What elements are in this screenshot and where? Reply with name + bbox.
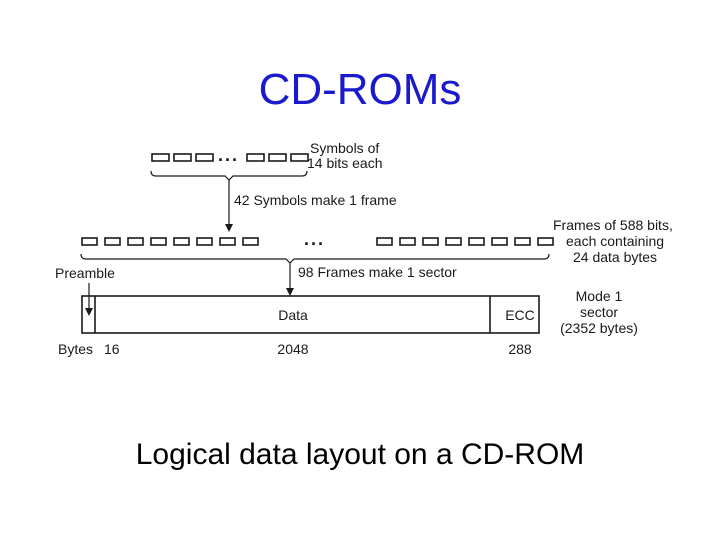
- frame-box: [376, 237, 393, 246]
- arrow-down-icon: [286, 288, 294, 296]
- frames-label-line3: 24 data bytes: [573, 249, 657, 265]
- frame-row-right: [376, 237, 554, 246]
- frame-box: [81, 237, 98, 246]
- mode-label-line1: Mode 1: [576, 288, 623, 304]
- symbols-label-line2: 14 bits each: [307, 155, 383, 171]
- frame-box: [242, 237, 259, 246]
- symbol-brace: [150, 170, 308, 181]
- preamble-bytes: 16: [104, 341, 120, 357]
- frame-box: [422, 237, 439, 246]
- frame-box: [514, 237, 531, 246]
- frame-box: [537, 237, 554, 246]
- symbol-box: [246, 153, 265, 162]
- frame-brace: [80, 253, 550, 264]
- frame-box: [219, 237, 236, 246]
- frame-box: [104, 237, 121, 246]
- frame-box: [196, 237, 213, 246]
- preamble-label: Preamble: [55, 265, 115, 281]
- symbols-group-label: 42 Symbols make 1 frame: [234, 192, 397, 208]
- frames-label-line1: Frames of 588 bits,: [553, 217, 673, 233]
- frame-box: [127, 237, 144, 246]
- symbol-box: [290, 153, 309, 162]
- frame-row-left: [81, 237, 259, 246]
- symbol-box: [268, 153, 287, 162]
- data-bytes: 2048: [277, 341, 308, 357]
- frame-box: [445, 237, 462, 246]
- mode-label-line3: (2352 bytes): [560, 320, 638, 336]
- frames-group-label: 98 Frames make 1 sector: [298, 264, 457, 280]
- frame-box: [468, 237, 485, 246]
- arrow-down-icon: [225, 224, 233, 232]
- symbol-box: [173, 153, 192, 162]
- slide-caption: Logical data layout on a CD-ROM: [135, 438, 585, 471]
- frame-box: [399, 237, 416, 246]
- frames-label-line2: each containing: [566, 233, 664, 249]
- symbol-box: [195, 153, 214, 162]
- symbols-label-line1: Symbols of: [310, 140, 379, 156]
- arrow-down-icon: [85, 308, 93, 316]
- bytes-prefix: Bytes: [58, 341, 93, 357]
- frame-box: [173, 237, 190, 246]
- ecc-bytes: 288: [508, 341, 532, 357]
- data-field-label: Data: [278, 307, 308, 323]
- frame-ellipsis: ...: [304, 229, 325, 249]
- frame-box: [150, 237, 167, 246]
- symbol-ellipsis: ...: [218, 145, 239, 165]
- ecc-field-label: ECC: [505, 307, 535, 323]
- sector-box: [81, 295, 540, 334]
- mode-label-line2: sector: [580, 304, 618, 320]
- symbol-box: [151, 153, 170, 162]
- frame-box: [491, 237, 508, 246]
